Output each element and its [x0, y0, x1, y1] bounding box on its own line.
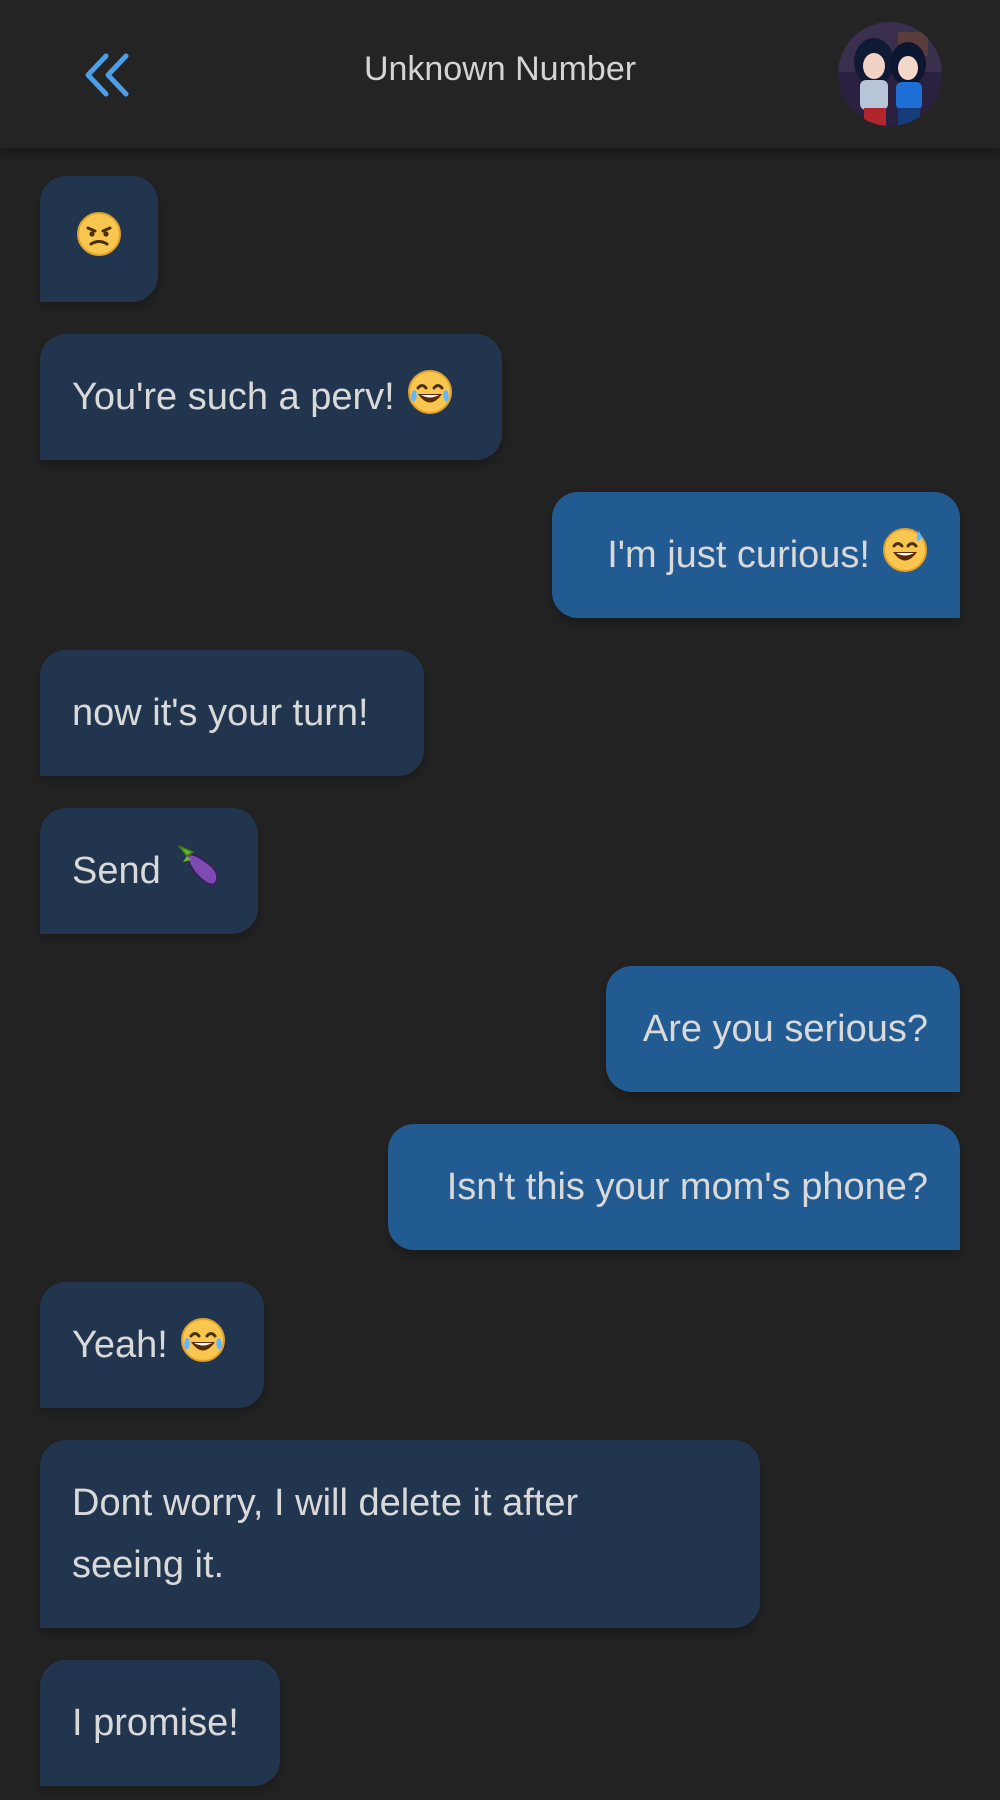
tears-of-joy-emoji: [407, 369, 453, 425]
message-text: Yeah!: [72, 1323, 168, 1366]
grinning-sweat-emoji: [882, 527, 928, 583]
eggplant-emoji: [173, 842, 221, 900]
message-outgoing: Are you serious?: [606, 966, 960, 1092]
message-text: Send: [72, 849, 161, 892]
message-incoming: Dont worry, I will delete it after seein…: [40, 1440, 760, 1628]
contact-avatar[interactable]: [838, 22, 942, 126]
message-incoming: Send: [40, 808, 258, 934]
message-text: I'm just curious!: [607, 533, 870, 576]
message-outgoing: Isn't this your mom's phone?: [388, 1124, 960, 1250]
angry-face-emoji: [76, 211, 122, 267]
chat-header: Unknown Number: [0, 0, 1000, 148]
message-text: Dont worry, I will delete it after seein…: [72, 1482, 579, 1586]
avatar-image: [838, 22, 942, 126]
message-incoming: You're such a perv!: [40, 334, 502, 460]
message-text: I promise!: [72, 1701, 239, 1744]
message-incoming: [40, 176, 158, 302]
message-incoming: I promise!: [40, 1660, 280, 1786]
message-incoming: Yeah!: [40, 1282, 264, 1408]
message-outgoing: I'm just curious!: [552, 492, 960, 618]
message-text: Are you serious?: [642, 1007, 928, 1050]
message-text: Isn't this your mom's phone?: [446, 1165, 928, 1208]
message-text: You're such a perv!: [72, 375, 395, 418]
message-text: now it's your turn!: [72, 691, 369, 734]
message-incoming: now it's your turn!: [40, 650, 424, 776]
tears-of-joy-emoji: [180, 1317, 226, 1373]
message-list: You're such a perv! I'm just curious! no…: [0, 0, 1000, 1800]
